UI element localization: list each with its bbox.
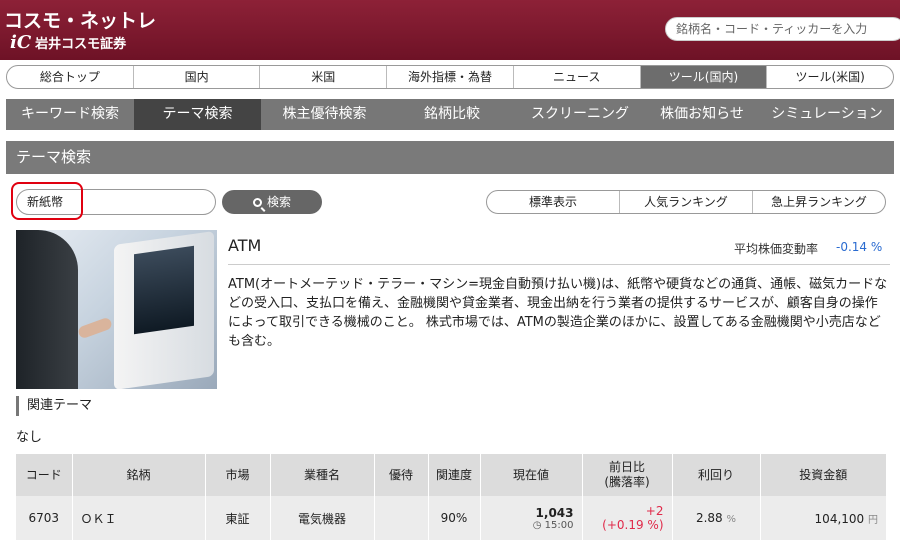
- col-name[interactable]: 銘柄: [71, 454, 205, 496]
- cell-code: 6703: [16, 496, 72, 540]
- col-industry[interactable]: 業種名: [269, 454, 374, 496]
- cell-market: 東証: [204, 496, 270, 540]
- tab-standard-view[interactable]: 標準表示: [487, 191, 620, 213]
- yield-unit: %: [726, 514, 737, 525]
- logo-title[interactable]: コスモ・ネットレ: [4, 6, 156, 33]
- search-button[interactable]: 検索: [222, 190, 322, 214]
- search-button-label: 検索: [266, 195, 291, 209]
- person-shape: [16, 230, 78, 389]
- investment-unit: 円: [868, 514, 878, 526]
- yield-value: 2.88: [695, 511, 723, 525]
- col-change[interactable]: 前日比 (騰落率): [581, 454, 672, 496]
- logo-company: 岩井コスモ証券: [35, 37, 127, 52]
- col-relevance[interactable]: 関連度: [427, 454, 480, 496]
- main-nav: 総合トップ 国内 米国 海外指標・為替 ニュース ツール(国内) ツール(米国): [6, 65, 894, 89]
- tab-yutai-search[interactable]: 株主優待検索: [261, 99, 388, 130]
- change-value: +2: [645, 504, 664, 518]
- col-yield[interactable]: 利回り: [671, 454, 760, 496]
- stocks-table: コード 銘柄 市場 業種名 優待 関連度 現在値 前日比 (騰落率) 利回り 投…: [16, 454, 886, 540]
- page-title: テーマ検索: [6, 141, 894, 174]
- col-investment[interactable]: 投資金額: [759, 454, 886, 496]
- iwai-logo-icon: iC: [10, 32, 32, 53]
- table-row[interactable]: 6703 ＯＫＩ 東証 電気機器 90% 1,043 ◷ 15:00 +2 (+…: [16, 496, 886, 540]
- cell-yield: 2.88 %: [671, 496, 760, 540]
- cell-yutai: [373, 496, 428, 540]
- tab-screening[interactable]: スクリーニング: [516, 99, 644, 130]
- cell-industry: 電気機器: [269, 496, 374, 540]
- related-themes-value: なし: [16, 430, 43, 445]
- clock-icon: ◷: [532, 519, 545, 531]
- tab-price-alert[interactable]: 株価お知らせ: [644, 99, 760, 130]
- cell-investment: 104,100 円: [759, 496, 886, 540]
- cell-name[interactable]: ＯＫＩ: [71, 496, 205, 540]
- price-time: ◷ 15:00: [481, 520, 574, 531]
- search-icon: [252, 198, 262, 207]
- table-header-row: コード 銘柄 市場 業種名 優待 関連度 現在値 前日比 (騰落率) 利回り 投…: [16, 454, 886, 496]
- cell-change: +2 (+0.19 %): [581, 496, 672, 540]
- price-value: 1,043: [535, 505, 574, 520]
- nav-item-domestic[interactable]: 国内: [134, 66, 261, 88]
- top-header: コスモ・ネットレ iC 岩井コスモ証券 銘柄名・コード・ティッカーを入力: [0, 0, 900, 60]
- tab-theme-search[interactable]: テーマ検索: [134, 99, 261, 130]
- tab-popular-ranking[interactable]: 人気ランキング: [620, 191, 753, 213]
- investment-value: 104,100: [814, 511, 865, 526]
- price-time-value: 15:00: [544, 519, 574, 531]
- theme-title: ATM: [228, 236, 262, 255]
- tab-rising-ranking[interactable]: 急上昇ランキング: [753, 191, 885, 213]
- cell-relevance: 90%: [427, 496, 480, 540]
- tab-simulation[interactable]: シミュレーション: [760, 99, 894, 130]
- divider: [228, 264, 890, 265]
- col-market[interactable]: 市場: [204, 454, 270, 496]
- nav-item-tools-us[interactable]: ツール(米国): [767, 66, 893, 88]
- input-highlight-annotation: [11, 182, 83, 220]
- hand-shape: [76, 316, 114, 340]
- nav-item-news[interactable]: ニュース: [514, 66, 641, 88]
- avg-change-label: 平均株価変動率: [734, 242, 819, 256]
- col-yutai[interactable]: 優待: [373, 454, 428, 496]
- ranking-tabs: 標準表示 人気ランキング 急上昇ランキング: [486, 190, 886, 214]
- tab-stock-compare[interactable]: 銘柄比較: [388, 99, 516, 130]
- col-code[interactable]: コード: [16, 454, 72, 496]
- theme-description: ATM(オートメーテッド・テラー・マシン=現金自動預け払い機)は、紙幣や硬貨など…: [228, 277, 888, 349]
- nav-item-overseas-index[interactable]: 海外指標・為替: [387, 66, 514, 88]
- sub-nav: キーワード検索 テーマ検索 株主優待検索 銘柄比較 スクリーニング 株価お知らせ…: [6, 99, 894, 130]
- ticker-search-input[interactable]: 銘柄名・コード・ティッカーを入力: [665, 17, 900, 41]
- atm-screen-shape: [134, 245, 194, 335]
- logo-subtitle: iC 岩井コスモ証券: [10, 32, 126, 53]
- col-price[interactable]: 現在値: [479, 454, 582, 496]
- cell-price: 1,043 ◷ 15:00: [479, 496, 582, 540]
- nav-item-us[interactable]: 米国: [260, 66, 388, 88]
- theme-image: [16, 230, 217, 389]
- nav-item-tools-domestic[interactable]: ツール(国内): [640, 66, 768, 88]
- avg-change-value: -0.14 %: [836, 240, 883, 254]
- tab-keyword-search[interactable]: キーワード検索: [6, 99, 134, 130]
- change-percent: (+0.19 %): [602, 518, 664, 532]
- related-themes-heading: 関連テーマ: [16, 396, 92, 416]
- nav-item-top[interactable]: 総合トップ: [7, 66, 134, 88]
